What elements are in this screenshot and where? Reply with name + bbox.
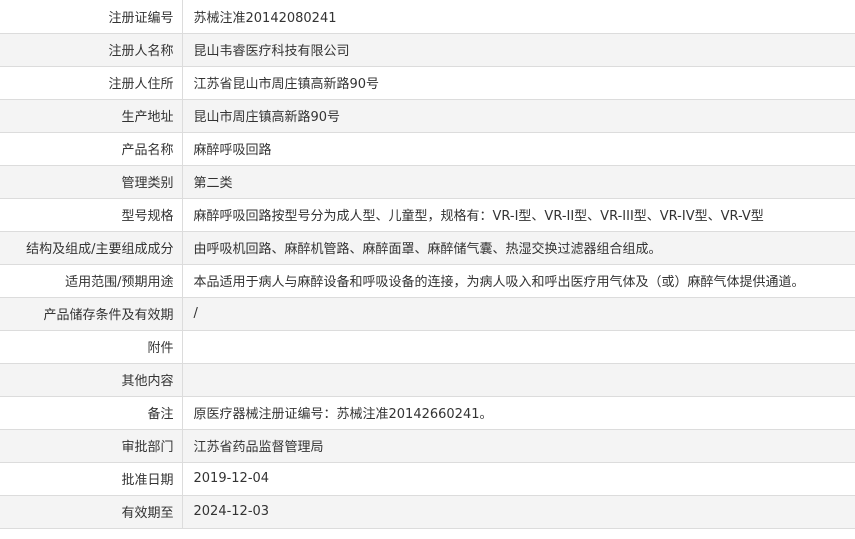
row-structure-composition: 结构及组成/主要组成成分 由呼吸机回路、麻醉机管路、麻醉面罩、麻醉储气囊、热湿交… [0,230,855,265]
field-value: 本品适用于病人与麻醉设备和呼吸设备的连接，为病人吸入和呼出医疗用气体及（或）麻醉… [181,263,855,298]
field-label: 适用范围/预期用途 [0,263,183,298]
row-model-specification: 型号规格 麻醉呼吸回路按型号分为成人型、儿童型，规格有：VR-I型、VR-II型… [0,197,855,232]
field-value: 2024-12-03 [181,494,855,529]
row-other-content: 其他内容 [0,362,855,397]
row-approval-department: 审批部门 江苏省药品监督管理局 [0,428,855,463]
field-label: 注册人住所 [0,65,183,100]
row-product-name: 产品名称 麻醉呼吸回路 [0,131,855,166]
field-label: 管理类别 [0,164,183,199]
field-value: 2019-12-04 [181,461,855,496]
field-label: 结构及组成/主要组成成分 [0,230,183,265]
field-label: 其他内容 [0,362,183,397]
field-value: / [181,296,855,331]
field-label: 型号规格 [0,197,183,232]
row-storage-validity: 产品储存条件及有效期 / [0,296,855,331]
field-value: 麻醉呼吸回路 [181,131,855,166]
field-value: 昆山市周庄镇高新路90号 [181,98,855,133]
row-attachments: 附件 [0,329,855,364]
field-label: 有效期至 [0,494,183,529]
row-intended-use: 适用范围/预期用途 本品适用于病人与麻醉设备和呼吸设备的连接，为病人吸入和呼出医… [0,263,855,298]
field-value: 江苏省药品监督管理局 [181,428,855,463]
field-value: 由呼吸机回路、麻醉机管路、麻醉面罩、麻醉储气囊、热湿交换过滤器组合组成。 [181,230,855,265]
registration-detail-table: 注册证编号 苏械注准20142080241 注册人名称 昆山韦睿医疗科技有限公司… [0,0,855,529]
field-label: 附件 [0,329,183,364]
row-management-category: 管理类别 第二类 [0,164,855,199]
row-registrant-name: 注册人名称 昆山韦睿医疗科技有限公司 [0,32,855,67]
row-registrant-address: 注册人住所 江苏省昆山市周庄镇高新路90号 [0,65,855,100]
field-label: 审批部门 [0,428,183,463]
row-valid-until: 有效期至 2024-12-03 [0,494,855,529]
field-value: 麻醉呼吸回路按型号分为成人型、儿童型，规格有：VR-I型、VR-II型、VR-I… [181,197,855,232]
row-registration-number: 注册证编号 苏械注准20142080241 [0,0,855,34]
row-remarks: 备注 原医疗器械注册证编号：苏械注准20142660241。 [0,395,855,430]
field-label: 产品名称 [0,131,183,166]
field-value: 江苏省昆山市周庄镇高新路90号 [181,65,855,100]
field-label: 产品储存条件及有效期 [0,296,183,331]
field-label: 批准日期 [0,461,183,496]
field-label: 生产地址 [0,98,183,133]
field-value [181,362,855,397]
field-label: 注册证编号 [0,0,183,34]
field-value: 苏械注准20142080241 [181,0,855,34]
row-production-address: 生产地址 昆山市周庄镇高新路90号 [0,98,855,133]
field-label: 备注 [0,395,183,430]
field-value: 原医疗器械注册证编号：苏械注准20142660241。 [181,395,855,430]
field-value: 第二类 [181,164,855,199]
field-label: 注册人名称 [0,32,183,67]
field-value [181,329,855,364]
row-approval-date: 批准日期 2019-12-04 [0,461,855,496]
field-value: 昆山韦睿医疗科技有限公司 [181,32,855,67]
